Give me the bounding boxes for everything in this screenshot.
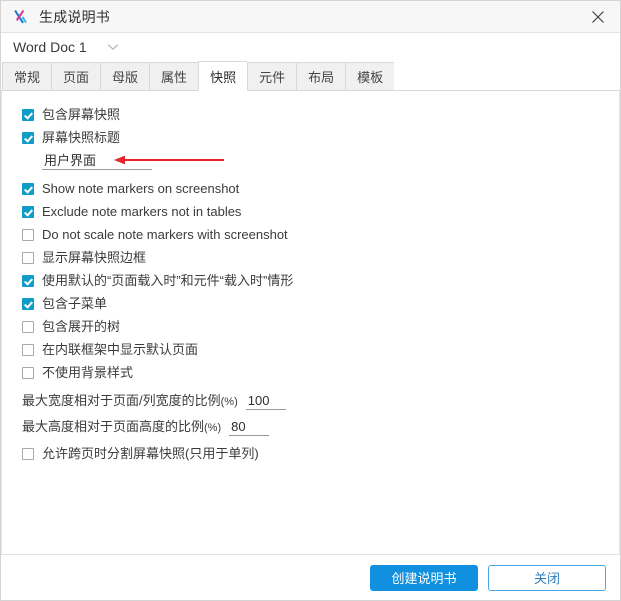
checkbox-include-submenus[interactable] [22,297,34,310]
checkbox-allow-split-across-pages[interactable] [22,447,34,460]
option-exclude-note-markers-not-in-tables[interactable]: Exclude note markers not in tables [16,200,605,223]
option-label: Show note markers on screenshot [42,181,240,196]
tab-template[interactable]: 模板 [345,62,395,91]
tab-screenshot[interactable]: 快照 [198,61,248,91]
tab-label: 属性 [161,70,188,85]
option-use-default-onload-cases[interactable]: 使用默认的“页面载入时”和元件“载入时”情形 [16,269,605,292]
max-height-label: 最大高度相对于页面高度的比例 [22,419,205,434]
option-show-note-markers[interactable]: Show note markers on screenshot [16,177,605,200]
option-include-screenshot[interactable]: 包含屏幕快照 [16,103,605,126]
option-do-not-scale-note-markers[interactable]: Do not scale note markers with screensho… [16,223,605,246]
tab-label: 母版 [112,70,139,85]
checkbox-include-expanded-tree[interactable] [22,320,34,333]
close-button[interactable]: 关闭 [488,564,606,591]
option-include-expanded-tree[interactable]: 包含展开的树 [16,315,605,338]
checkbox-include-screenshot[interactable] [22,108,34,121]
tab-layout[interactable]: 布局 [296,62,346,91]
tab-label: 常规 [14,70,41,85]
option-label: Do not scale note markers with screensho… [42,227,288,242]
max-width-unit: (%) [220,396,238,408]
option-label: 屏幕快照标题 [42,130,121,145]
generate-spec-dialog: 生成说明书 Word Doc 1 常规 页面 母版 属性 快照 元件 布局 模板 [0,0,621,601]
option-label: 包含屏幕快照 [42,107,121,122]
max-width-row: 最大宽度相对于页面/列宽度的比例 (%) [16,390,605,416]
tab-strip: 常规 页面 母版 属性 快照 元件 布局 模板 [1,61,620,91]
option-label: 允许跨页时分割屏幕快照(只用于单列) [42,446,259,461]
max-width-label: 最大宽度相对于页面/列宽度的比例 [22,393,221,408]
tab-label: 元件 [259,70,286,85]
tab-pages[interactable]: 页面 [51,62,101,91]
option-no-background-style[interactable]: 不使用背景样式 [16,361,605,384]
screenshot-title-input[interactable] [42,152,152,170]
checkbox-show-note-markers[interactable] [22,182,34,195]
option-label: 不使用背景样式 [42,365,134,380]
option-label: 在内联框架中显示默认页面 [42,342,199,357]
tab-label: 页面 [63,70,90,85]
max-height-row: 最大高度相对于页面高度的比例 (%) [16,416,605,442]
close-button-label: 关闭 [533,571,560,586]
screenshot-options-panel: 包含屏幕快照 屏幕快照标题 Show note markers on scree… [1,90,620,554]
checkbox-use-default-onload-cases[interactable] [22,274,34,287]
option-show-default-page-in-iframe[interactable]: 在内联框架中显示默认页面 [16,338,605,361]
close-icon[interactable] [576,1,620,32]
option-label: 使用默认的“页面载入时”和元件“载入时”情形 [42,273,294,288]
option-screenshot-title[interactable]: 屏幕快照标题 [16,126,605,149]
checkbox-do-not-scale-note-markers[interactable] [22,228,34,241]
tab-widgets[interactable]: 元件 [247,62,297,91]
title-bar: 生成说明书 [1,1,620,33]
document-name: Word Doc 1 [13,39,87,55]
tab-properties[interactable]: 属性 [149,62,199,91]
tab-label: 模板 [357,70,384,85]
axure-x-icon [13,8,31,26]
checkbox-exclude-note-markers[interactable] [22,205,34,218]
max-width-input[interactable] [245,393,286,410]
option-allow-split-across-pages[interactable]: 允许跨页时分割屏幕快照(只用于单列) [16,442,605,465]
document-selector[interactable]: Word Doc 1 [1,33,620,61]
tab-label: 布局 [308,70,335,85]
create-spec-button-label: 创建说明书 [391,571,457,586]
max-height-input[interactable] [229,419,270,436]
create-spec-button[interactable]: 创建说明书 [370,564,478,591]
tab-strip-filler [394,61,620,91]
screenshot-title-field-row [16,149,605,173]
tab-masters[interactable]: 母版 [100,62,150,91]
tab-label: 快照 [210,69,237,85]
chevron-down-icon[interactable] [107,43,119,51]
option-label: 显示屏幕快照边框 [42,250,147,265]
tab-general[interactable]: 常规 [2,62,52,91]
option-label: Exclude note markers not in tables [42,204,242,219]
checkbox-no-background-style[interactable] [22,366,34,379]
option-show-screenshot-border[interactable]: 显示屏幕快照边框 [16,246,605,269]
checkbox-show-screenshot-border[interactable] [22,251,34,264]
max-height-unit: (%) [204,422,222,434]
dialog-title: 生成说明书 [39,8,110,25]
checkbox-show-default-page-in-iframe[interactable] [22,343,34,356]
dialog-footer: 创建说明书 关闭 [1,554,620,600]
checkbox-screenshot-title[interactable] [22,131,34,144]
option-label: 包含展开的树 [42,319,121,334]
option-label: 包含子菜单 [42,296,108,311]
option-include-submenus[interactable]: 包含子菜单 [16,292,605,315]
